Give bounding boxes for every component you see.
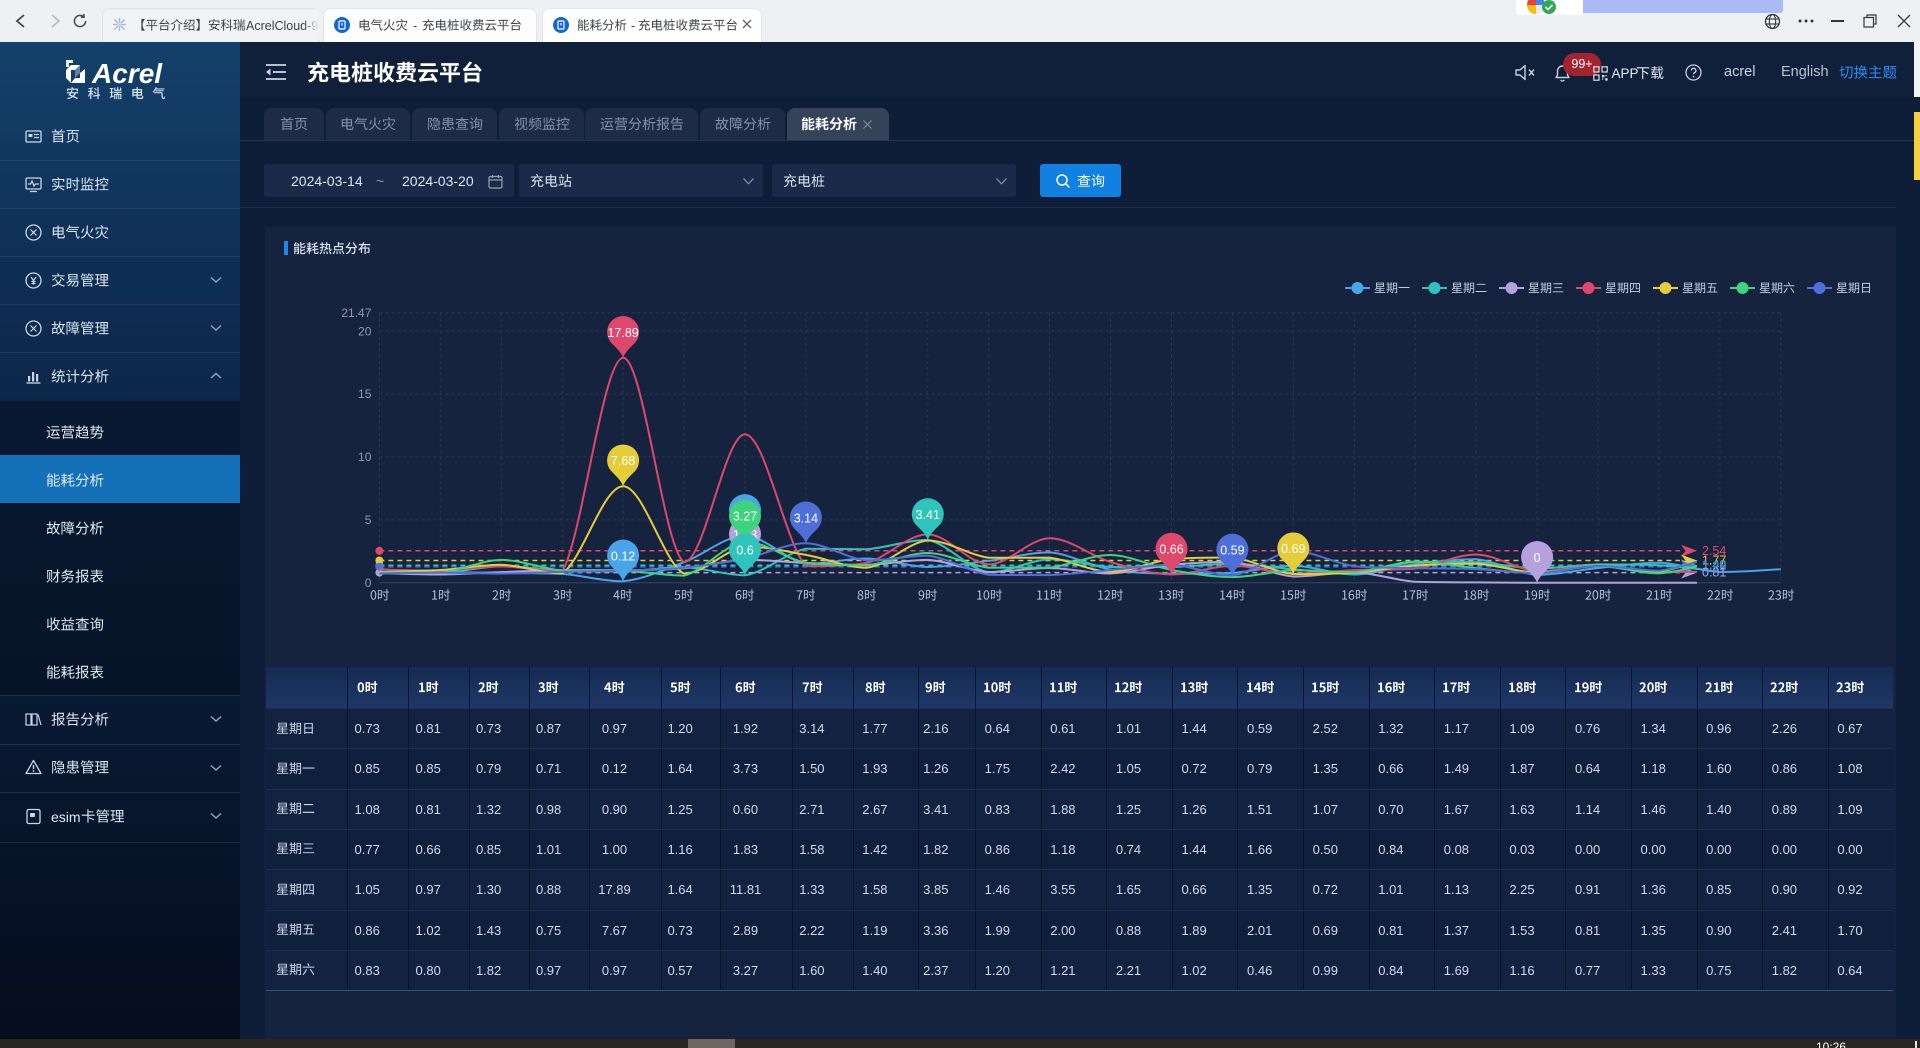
svg-text:0: 0	[1534, 551, 1541, 565]
svg-text:20: 20	[358, 324, 372, 338]
svg-text:0.59: 0.59	[1220, 543, 1244, 557]
svg-text:3.41: 3.41	[916, 508, 940, 522]
svg-text:0.6: 0.6	[736, 543, 753, 557]
svg-text:3.14: 3.14	[794, 511, 818, 525]
svg-text:5: 5	[365, 513, 372, 527]
svg-text:21.47: 21.47	[341, 306, 371, 320]
svg-text:0.69: 0.69	[1281, 542, 1305, 556]
svg-text:15: 15	[358, 387, 372, 401]
svg-text:0.66: 0.66	[1159, 543, 1183, 557]
svg-text:10: 10	[358, 450, 372, 464]
svg-text:17.89: 17.89	[607, 326, 638, 340]
svg-text:0.12: 0.12	[611, 549, 635, 563]
svg-text:3.27: 3.27	[733, 510, 757, 524]
svg-text:7.68: 7.68	[611, 454, 635, 468]
